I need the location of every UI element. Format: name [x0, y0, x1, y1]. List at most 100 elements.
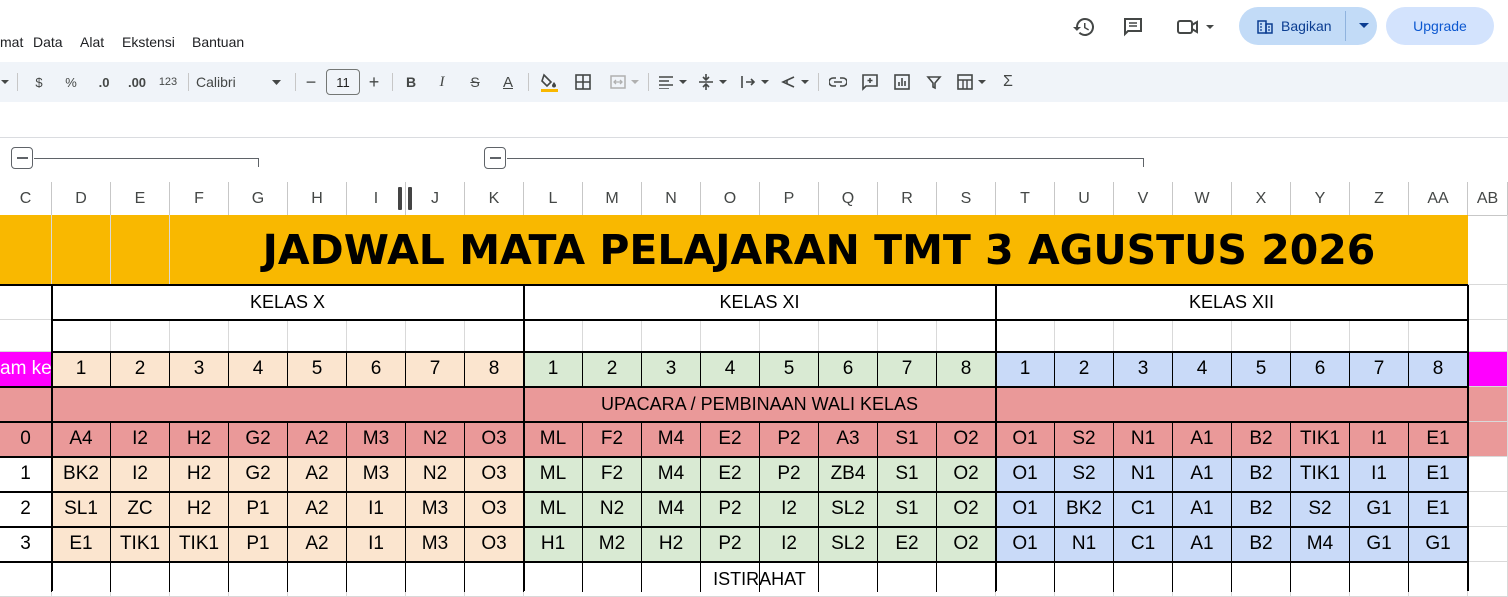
schedule-cell[interactable]: E1	[1409, 422, 1468, 457]
period-number[interactable]: 6	[347, 352, 406, 387]
percent-button[interactable]: %	[60, 62, 82, 102]
schedule-cell[interactable]: A2	[288, 527, 347, 562]
title-cell[interactable]	[111, 215, 170, 285]
empty-cell[interactable]	[406, 320, 465, 352]
font-size-input[interactable]: 11	[326, 69, 360, 95]
chevron-down-icon[interactable]	[0, 62, 10, 102]
currency-button[interactable]: $	[28, 62, 50, 102]
column-header-u[interactable]: U	[1055, 182, 1114, 215]
schedule-cell[interactable]: F2	[583, 422, 642, 457]
column-header-aa[interactable]: AA	[1409, 182, 1468, 215]
filter-views-icon[interactable]	[952, 62, 990, 102]
empty-cell[interactable]	[1409, 562, 1468, 597]
schedule-cell[interactable]: E2	[878, 527, 937, 562]
font-size-increase-button[interactable]: +	[365, 62, 383, 102]
period-number[interactable]: 2	[583, 352, 642, 387]
upacara-label[interactable]: UPACARA / PEMBINAAN WALI KELAS	[524, 387, 996, 422]
schedule-cell[interactable]: S2	[1291, 492, 1350, 527]
schedule-cell[interactable]: O1	[996, 492, 1055, 527]
schedule-cell[interactable]: G2	[229, 457, 288, 492]
schedule-cell[interactable]: A1	[1173, 527, 1232, 562]
period-number[interactable]: 3	[170, 352, 229, 387]
schedule-cell[interactable]: P2	[760, 457, 819, 492]
schedule-cell[interactable]: S2	[1055, 422, 1114, 457]
schedule-cell[interactable]: E2	[701, 422, 760, 457]
schedule-cell[interactable]: P2	[701, 492, 760, 527]
upacara-cell[interactable]	[996, 387, 1468, 422]
empty-cell[interactable]	[229, 320, 288, 352]
schedule-cell[interactable]: M4	[642, 457, 701, 492]
schedule-cell[interactable]: E2	[701, 457, 760, 492]
schedule-cell[interactable]: N1	[1114, 457, 1173, 492]
empty-cell[interactable]	[1468, 285, 1508, 320]
empty-cell[interactable]	[1468, 527, 1508, 562]
empty-cell[interactable]	[1468, 422, 1508, 457]
schedule-cell[interactable]: E1	[1409, 492, 1468, 527]
schedule-cell[interactable]: O1	[996, 527, 1055, 562]
schedule-cell[interactable]: BK2	[1055, 492, 1114, 527]
empty-cell[interactable]	[0, 285, 52, 320]
period-number[interactable]: 2	[1055, 352, 1114, 387]
schedule-cell[interactable]: C1	[1114, 492, 1173, 527]
schedule-cell[interactable]: G2	[229, 422, 288, 457]
link-icon[interactable]	[826, 62, 850, 102]
text-rotation-icon[interactable]	[777, 62, 811, 102]
column-header-e[interactable]: E	[111, 182, 170, 215]
period-number[interactable]: 4	[701, 352, 760, 387]
period-number[interactable]: 4	[1173, 352, 1232, 387]
schedule-cell[interactable]: S2	[1055, 457, 1114, 492]
jam-number[interactable]: 1	[0, 457, 52, 492]
schedule-cell[interactable]: H2	[170, 457, 229, 492]
schedule-cell[interactable]: ZC	[111, 492, 170, 527]
empty-cell[interactable]	[583, 320, 642, 352]
column-header-h[interactable]: H	[288, 182, 347, 215]
schedule-cell[interactable]: M4	[1291, 527, 1350, 562]
column-header-t[interactable]: T	[996, 182, 1055, 215]
empty-cell[interactable]	[288, 320, 347, 352]
schedule-cell[interactable]: O1	[996, 457, 1055, 492]
schedule-cell[interactable]: I1	[1350, 422, 1409, 457]
empty-cell[interactable]	[1055, 562, 1114, 597]
schedule-cell[interactable]: O3	[465, 457, 524, 492]
empty-cell[interactable]	[111, 320, 170, 352]
column-header-v[interactable]: V	[1114, 182, 1173, 215]
schedule-cell[interactable]: P1	[229, 492, 288, 527]
empty-cell[interactable]	[878, 320, 937, 352]
pink-cell[interactable]	[1468, 387, 1508, 422]
schedule-cell[interactable]: S1	[878, 422, 937, 457]
schedule-cell[interactable]: I2	[111, 457, 170, 492]
empty-cell[interactable]	[170, 562, 229, 597]
empty-cell[interactable]	[1468, 320, 1508, 352]
schedule-cell[interactable]: A1	[1173, 422, 1232, 457]
period-number[interactable]: 7	[406, 352, 465, 387]
vertical-align-icon[interactable]	[695, 62, 729, 102]
text-wrap-icon[interactable]	[737, 62, 771, 102]
period-number[interactable]: 1	[524, 352, 583, 387]
schedule-cell[interactable]: S1	[878, 492, 937, 527]
schedule-cell[interactable]: O3	[465, 422, 524, 457]
schedule-cell[interactable]: A2	[288, 492, 347, 527]
empty-cell[interactable]	[1468, 562, 1508, 597]
schedule-cell[interactable]: TIK1	[111, 527, 170, 562]
jam-ke-label[interactable]: am ke	[0, 352, 52, 387]
column-header-s[interactable]: S	[937, 182, 996, 215]
empty-cell[interactable]	[760, 320, 819, 352]
menu-item-alat[interactable]: Alat	[80, 34, 104, 50]
schedule-cell[interactable]: I2	[760, 527, 819, 562]
column-header-y[interactable]: Y	[1291, 182, 1350, 215]
empty-cell[interactable]	[1114, 562, 1173, 597]
italic-button[interactable]: I	[432, 62, 452, 102]
empty-cell[interactable]	[288, 562, 347, 597]
schedule-cell[interactable]: M3	[406, 527, 465, 562]
kelas-header[interactable]: KELAS XI	[524, 285, 996, 320]
column-header-w[interactable]: W	[1173, 182, 1232, 215]
empty-cell[interactable]	[1468, 492, 1508, 527]
schedule-cell[interactable]: P2	[701, 527, 760, 562]
schedule-cell[interactable]: M4	[642, 492, 701, 527]
empty-cell[interactable]	[937, 320, 996, 352]
column-header-j[interactable]: J	[406, 182, 465, 215]
empty-cell[interactable]	[52, 320, 111, 352]
schedule-cell[interactable]: M2	[583, 527, 642, 562]
schedule-cell[interactable]: A2	[288, 457, 347, 492]
menu-item-format[interactable]: mat	[0, 34, 23, 50]
